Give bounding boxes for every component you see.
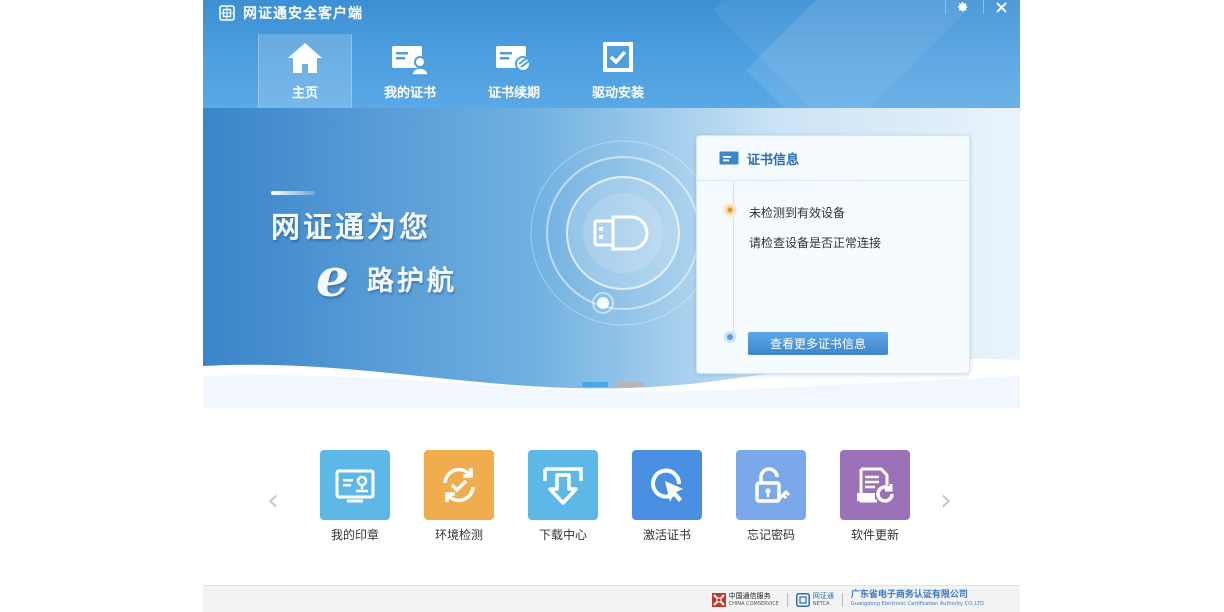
quick-action-env-check[interactable]: 环境检测 — [424, 450, 494, 543]
certificate-card-icon — [719, 151, 739, 165]
slogan-e-letter: e — [316, 248, 350, 309]
quick-action-label: 我的印章 — [330, 528, 379, 542]
carousel-dot-1[interactable] — [582, 382, 608, 387]
quick-action-label: 激活证书 — [642, 528, 691, 542]
app-logo-icon — [219, 5, 235, 21]
company-name-text: 广东省电子商务认证有限公司 — [850, 590, 968, 600]
driver-install-icon — [603, 42, 633, 72]
tab-driver-install-label: 驱动安装 — [591, 86, 644, 101]
main-nav: 主页 我的证书 证书续期 驱动安装 — [258, 34, 676, 108]
footer: 中国通信服务 CHINA COMSERVICE 网证通 NETCA 广东省电子商… — [203, 585, 1020, 612]
quick-action-download-center[interactable]: 下载中心 — [528, 450, 598, 543]
download-tile — [528, 450, 598, 520]
quick-action-forgot-password[interactable]: 忘记密码 — [736, 450, 806, 543]
quick-action-label: 下载中心 — [538, 528, 587, 542]
quick-action-label: 软件更新 — [850, 528, 899, 542]
banner: 网证通为您 e 路护航 证书信息 未检测到有效设备 请检查设备是否正常连接 查看… — [203, 108, 1020, 408]
usb-key-graphic — [530, 140, 716, 326]
slogan-decoration — [271, 191, 315, 195]
close-icon — [995, 1, 1007, 13]
device-status-hint: 请检查设备是否正常连接 — [749, 236, 882, 250]
home-icon — [288, 43, 322, 73]
tab-certificate-renewal[interactable]: 证书续期 — [468, 34, 560, 108]
certificate-renew-icon — [496, 46, 531, 72]
seal-tile — [320, 450, 390, 520]
netca-logo-icon — [795, 593, 810, 607]
title-bar: 网证通安全客户端 — [219, 2, 363, 24]
tab-certificate-renewal-label: 证书续期 — [487, 86, 540, 101]
logo2-text: 网证通 — [812, 592, 834, 600]
tab-home-label: 主页 — [291, 86, 318, 101]
gear-icon — [957, 2, 968, 12]
device-status-text: 未检测到有效设备 — [749, 206, 846, 220]
quick-actions: ‹ 我的印章 环境检测 下载中心 激活证书 忘记密码 软件更新 › — [203, 408, 1020, 585]
quick-action-activate-cert[interactable]: 激活证书 — [632, 450, 702, 543]
seal-icon — [335, 469, 375, 503]
footer-logos: 中国通信服务 CHINA COMSERVICE 网证通 NETCA 广东省电子商… — [711, 591, 984, 609]
refresh-check-icon — [443, 467, 475, 503]
logo2-subtext: NETCA — [812, 601, 830, 607]
status-warning-dot — [723, 203, 737, 217]
prev-arrow-icon[interactable]: ‹ — [267, 483, 279, 518]
slogan-line-1: 网证通为您 — [271, 210, 432, 244]
quick-action-my-seal[interactable]: 我的印章 — [320, 450, 390, 543]
carousel-dot-2[interactable] — [618, 382, 644, 387]
close-button[interactable] — [983, 0, 1018, 14]
quick-action-label: 忘记密码 — [746, 528, 795, 542]
tab-driver-install[interactable]: 驱动安装 — [572, 34, 664, 108]
app-title: 网证通安全客户端 — [243, 6, 363, 22]
view-more-cert-info-button[interactable]: 查看更多证书信息 — [748, 332, 888, 355]
header: 网证通安全客户端 主页 我的证书 证书续期 驱动安装 — [203, 0, 1020, 108]
env-check-tile — [424, 450, 494, 520]
netca-logo: 网证通 NETCA — [795, 592, 834, 608]
tab-home[interactable]: 主页 — [258, 34, 352, 108]
next-arrow-icon[interactable]: › — [940, 483, 952, 518]
footer-separator — [841, 593, 843, 607]
slogan-line-2: 路护航 — [367, 266, 457, 297]
unlock-key-icon — [755, 467, 791, 503]
china-comservice-logo-icon — [711, 593, 726, 607]
certificate-user-icon — [392, 46, 429, 76]
carousel-indicator — [582, 382, 644, 387]
app-window: 网证通安全客户端 主页 我的证书 证书续期 驱动安装 网证通为您 e 路护航 证… — [203, 0, 1020, 612]
tab-my-certificates[interactable]: 我的证书 — [364, 34, 456, 108]
company-name-subtext: Guangdong Electronic Certification Autho… — [850, 601, 984, 607]
activate-cursor-icon — [651, 468, 683, 502]
activate-tile — [632, 450, 702, 520]
action-dot — [724, 331, 736, 343]
download-icon — [543, 467, 583, 505]
quick-action-software-update[interactable]: 软件更新 — [840, 450, 910, 543]
logo1-subtext: CHINA COMSERVICE — [728, 601, 779, 607]
software-update-icon — [857, 467, 894, 503]
tab-my-certificates-label: 我的证书 — [383, 86, 436, 101]
software-update-tile — [840, 450, 910, 520]
china-comservice-logo: 中国通信服务 CHINA COMSERVICE — [711, 592, 779, 608]
cert-panel-title: 证书信息 — [747, 152, 800, 168]
forgot-password-tile — [736, 450, 806, 520]
footer-separator — [786, 593, 788, 607]
certificate-info-panel: 证书信息 未检测到有效设备 请检查设备是否正常连接 查看更多证书信息 — [696, 135, 970, 374]
company-name: 广东省电子商务认证有限公司 Guangdong Electronic Certi… — [851, 591, 984, 609]
logo1-text: 中国通信服务 — [728, 592, 771, 600]
quick-action-label: 环境检测 — [434, 528, 483, 542]
cert-panel-header: 证书信息 — [697, 136, 969, 181]
settings-button[interactable] — [945, 0, 980, 14]
